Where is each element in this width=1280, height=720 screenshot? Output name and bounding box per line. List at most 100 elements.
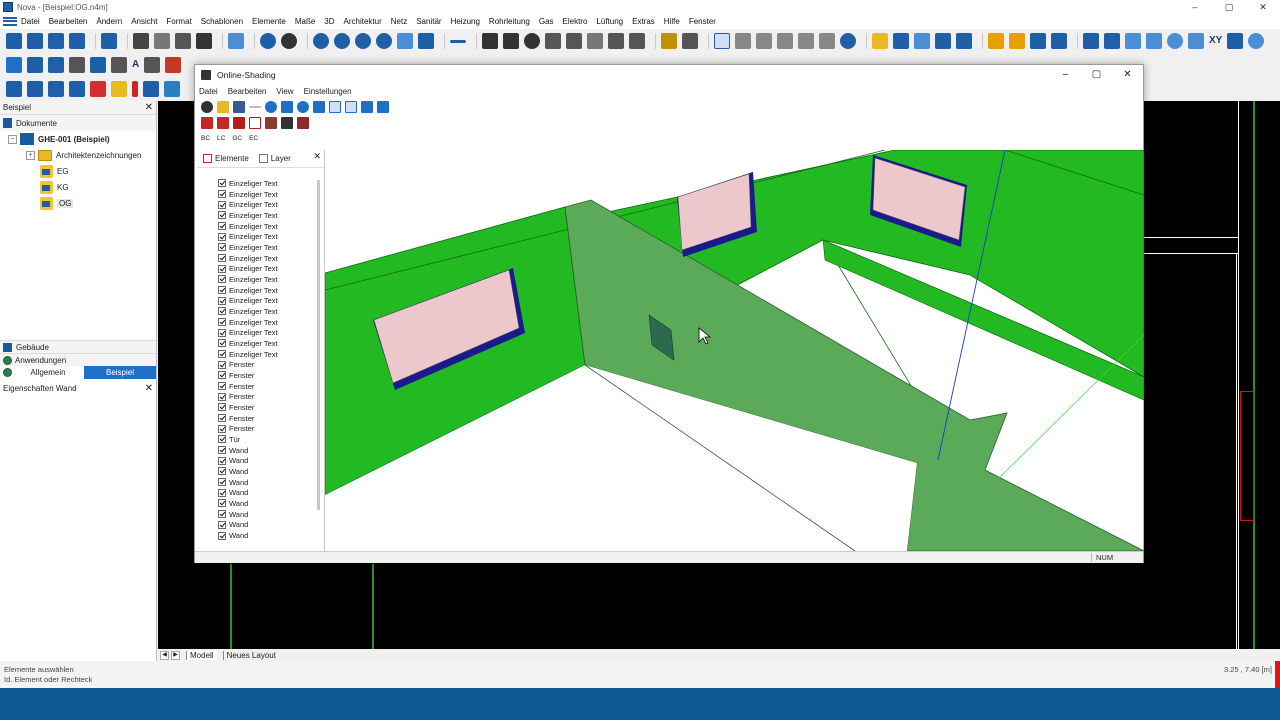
menu-elektro[interactable]: Elektro bbox=[563, 17, 588, 26]
grid-icon[interactable] bbox=[228, 33, 244, 49]
dialog-menu-view[interactable]: View bbox=[276, 87, 293, 96]
view-tiles-icon[interactable] bbox=[111, 57, 127, 73]
heat-meter-icon[interactable] bbox=[132, 81, 138, 97]
hexagon-icon[interactable] bbox=[1248, 33, 1265, 49]
element-visibility-checkbox[interactable] bbox=[218, 510, 226, 519]
select-polygon-icon[interactable] bbox=[798, 33, 814, 49]
rotate-icon[interactable] bbox=[524, 33, 540, 49]
element-visibility-checkbox[interactable] bbox=[218, 264, 226, 273]
element-list-item[interactable]: Einzeliger Text bbox=[197, 338, 313, 349]
new-file-icon[interactable] bbox=[6, 33, 22, 49]
sphere-icon[interactable] bbox=[297, 101, 309, 113]
deselect-icon[interactable] bbox=[840, 33, 856, 49]
element-list-item[interactable]: Fenster bbox=[197, 391, 313, 402]
lamp-icon[interactable] bbox=[111, 81, 127, 97]
tab-beispiel[interactable]: Beispiel bbox=[84, 366, 156, 379]
snap-intersection-icon[interactable] bbox=[1146, 33, 1162, 49]
menu-architektur[interactable]: Architektur bbox=[344, 17, 382, 26]
element-list-item[interactable]: Fenster bbox=[197, 423, 313, 434]
xy-toggle[interactable]: XY bbox=[1209, 33, 1222, 49]
elements-scrollbar[interactable] bbox=[317, 180, 320, 510]
element-list-item[interactable]: Einzeliger Text bbox=[197, 231, 313, 242]
element-visibility-checkbox[interactable] bbox=[218, 243, 226, 252]
element-list-item[interactable]: Einzeliger Text bbox=[197, 253, 313, 264]
element-list-item[interactable]: Wand bbox=[197, 498, 313, 509]
menu-extras[interactable]: Extras bbox=[632, 17, 655, 26]
marker-icon[interactable] bbox=[893, 33, 909, 49]
menu-format[interactable]: Format bbox=[166, 17, 191, 26]
element-list-item[interactable]: Fenster bbox=[197, 413, 313, 424]
move-icon[interactable] bbox=[482, 33, 498, 49]
element-list-item[interactable]: Einzeliger Text bbox=[197, 317, 313, 328]
gc-button[interactable]: GC bbox=[232, 135, 242, 147]
radiator-layer-icon[interactable] bbox=[201, 117, 213, 129]
cut-icon[interactable] bbox=[133, 33, 149, 49]
menu-lueftung[interactable]: Lüftung bbox=[596, 17, 623, 26]
element-list-item[interactable]: Wand bbox=[197, 520, 313, 531]
print-icon[interactable] bbox=[101, 33, 117, 49]
element-visibility-checkbox[interactable] bbox=[218, 371, 226, 380]
stairs-icon[interactable] bbox=[1009, 33, 1025, 49]
close-button[interactable]: ✕ bbox=[1246, 0, 1280, 14]
element-visibility-checkbox[interactable] bbox=[218, 499, 226, 508]
zoom-in-icon[interactable] bbox=[313, 33, 329, 49]
tab-prev-icon[interactable]: ◀ bbox=[160, 650, 169, 660]
element-visibility-checkbox[interactable] bbox=[218, 179, 226, 188]
tree-root[interactable]: Dokumente bbox=[0, 115, 156, 131]
window-tool-icon[interactable] bbox=[935, 33, 951, 49]
building-layer-icon[interactable] bbox=[281, 117, 293, 129]
snap-center-icon[interactable] bbox=[1167, 33, 1183, 49]
heat-layer-icon[interactable] bbox=[233, 117, 245, 129]
element-visibility-checkbox[interactable] bbox=[218, 403, 226, 412]
section-gebaeude[interactable]: Gebäude bbox=[0, 340, 156, 353]
menu-ansicht[interactable]: Ansicht bbox=[131, 17, 157, 26]
format-painter-icon[interactable] bbox=[682, 33, 698, 49]
axes-icon[interactable] bbox=[329, 101, 341, 113]
maximize-button[interactable]: ▢ bbox=[1212, 0, 1246, 14]
element-list-item[interactable]: Wand bbox=[197, 487, 313, 498]
element-visibility-checkbox[interactable] bbox=[218, 328, 226, 337]
element-visibility-checkbox[interactable] bbox=[218, 200, 226, 209]
save-icon[interactable] bbox=[48, 33, 64, 49]
view-grid-icon[interactable] bbox=[90, 57, 106, 73]
element-visibility-checkbox[interactable] bbox=[218, 296, 226, 305]
stretch-icon[interactable] bbox=[608, 33, 624, 49]
offset-icon[interactable] bbox=[629, 33, 645, 49]
extend-icon[interactable] bbox=[587, 33, 603, 49]
zoom-icon[interactable] bbox=[355, 33, 371, 49]
tree-level-og[interactable]: OG bbox=[0, 195, 156, 211]
menu-heizung[interactable]: Heizung bbox=[451, 17, 480, 26]
tree-project[interactable]: − GHE-001 (Beispiel) bbox=[0, 131, 156, 147]
element-list-item[interactable]: Einzeliger Text bbox=[197, 274, 313, 285]
tab-allgemein[interactable]: Allgemein bbox=[12, 366, 84, 379]
element-visibility-checkbox[interactable] bbox=[218, 318, 226, 327]
collapse-icon[interactable]: − bbox=[8, 134, 17, 144]
trim-icon[interactable] bbox=[566, 33, 582, 49]
snap-nearest-icon[interactable] bbox=[1188, 33, 1204, 49]
undo-icon[interactable] bbox=[260, 33, 276, 49]
element-visibility-checkbox[interactable] bbox=[218, 392, 226, 401]
zoom-out-icon[interactable] bbox=[334, 33, 350, 49]
element-list-item[interactable]: Fenster bbox=[197, 402, 313, 413]
hamburger-menu-icon[interactable] bbox=[3, 16, 17, 28]
element-list-item[interactable]: Einzeliger Text bbox=[197, 221, 313, 232]
menu-fenster[interactable]: Fenster bbox=[689, 17, 716, 26]
outline-layer-icon[interactable] bbox=[249, 117, 261, 129]
element-list-item[interactable]: Fenster bbox=[197, 370, 313, 381]
save-as-icon[interactable] bbox=[69, 33, 85, 49]
expand-icon[interactable]: + bbox=[26, 150, 35, 160]
menu-3d[interactable]: 3D bbox=[324, 17, 334, 26]
panel-close-icon[interactable]: ✕ bbox=[145, 102, 153, 113]
text-style-icon[interactable] bbox=[144, 57, 161, 73]
dialog-menu-bearbeiten[interactable]: Bearbeiten bbox=[228, 87, 267, 96]
element-visibility-checkbox[interactable] bbox=[218, 467, 226, 476]
element-visibility-checkbox[interactable] bbox=[218, 456, 226, 465]
element-visibility-checkbox[interactable] bbox=[218, 350, 226, 359]
tab-elemente[interactable]: Elemente bbox=[203, 154, 249, 163]
roof-layer-icon[interactable] bbox=[297, 117, 309, 129]
element-list-item[interactable]: Einzeliger Text bbox=[197, 178, 313, 189]
brush-icon[interactable] bbox=[661, 33, 677, 49]
mirror-icon[interactable] bbox=[545, 33, 561, 49]
3d-box-icon[interactable] bbox=[1051, 33, 1067, 49]
element-list-item[interactable]: Wand bbox=[197, 455, 313, 466]
